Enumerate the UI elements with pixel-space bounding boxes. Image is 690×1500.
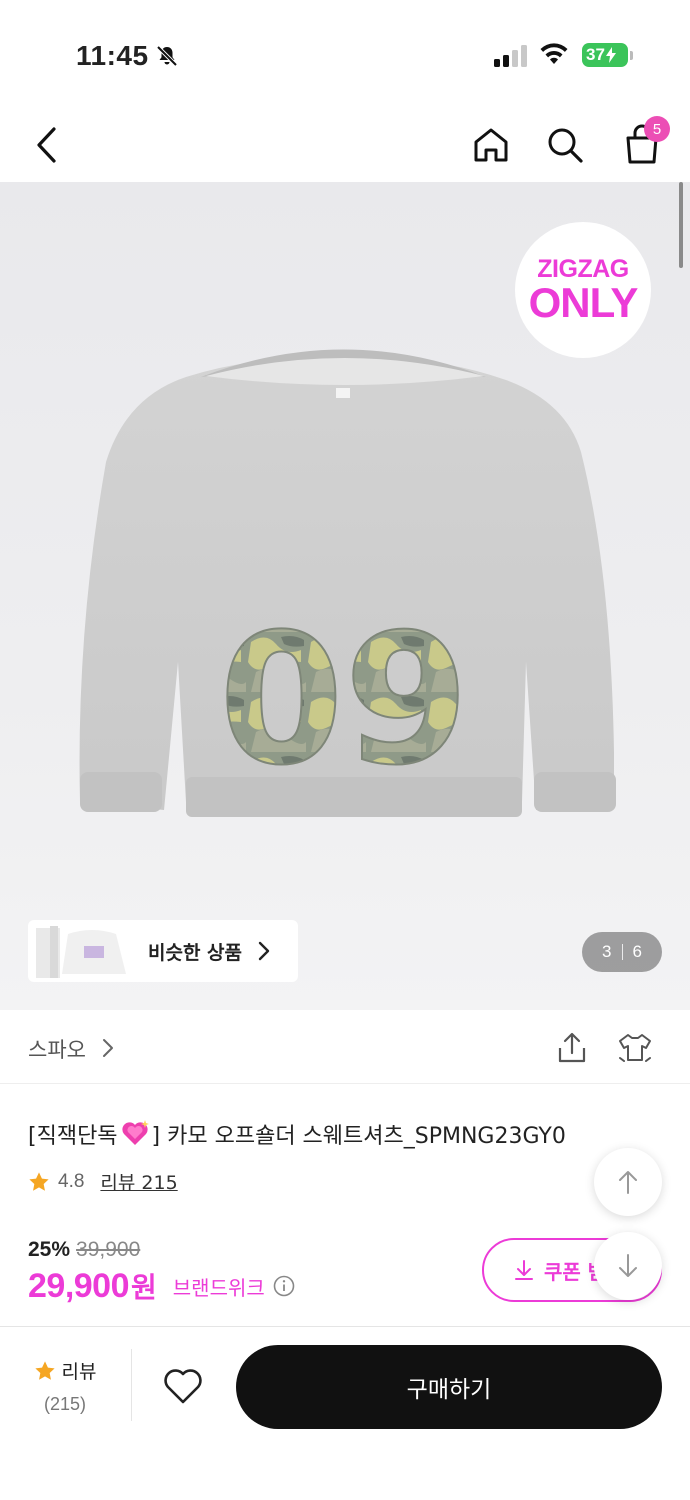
star-icon (34, 1360, 55, 1380)
product-title-prefix: [직잭단독 (28, 1124, 118, 1149)
chevron-right-icon[interactable] (102, 1038, 114, 1058)
shirt-print-number: 09 (219, 596, 470, 805)
review-summary-count: (215) (43, 1394, 87, 1414)
charging-bolt-icon (605, 47, 616, 63)
review-count-link[interactable]: 리뷰 215 (100, 1168, 177, 1195)
sparkling-heart-icon (121, 1120, 149, 1145)
bottom-action-bar: 리뷰 (215) 구매하기 (0, 1326, 690, 1500)
original-price: 39,900 (76, 1238, 141, 1261)
product-title-suffix: ] 카모 오프숄더 스웨트셔츠_SPMNG23GY0 (151, 1124, 566, 1149)
top-nav (0, 110, 690, 182)
product-photo-sweatshirt: 09 (79, 349, 616, 817)
back-chevron-icon[interactable] (34, 126, 60, 164)
price-row: 29,900 원 브랜드위크 (28, 1266, 295, 1306)
scroll-top-button[interactable] (594, 1148, 662, 1216)
heart-icon[interactable] (162, 1367, 204, 1405)
currency-unit: 원 (131, 1271, 157, 1304)
page-separator (621, 944, 623, 960)
rating-row: 4.8 리뷰 215 (28, 1168, 178, 1195)
battery-indicator: 37 (582, 43, 628, 67)
star-icon (29, 1171, 49, 1191)
page-current: 3 (602, 942, 612, 961)
battery-cap (630, 51, 633, 60)
divider (131, 1349, 132, 1421)
product-title: [직잭단독 ] 카모 오프숄더 스웨트셔츠_SPMNG23GY0 (28, 1118, 566, 1150)
brand-row: 스파오 (0, 1010, 690, 1084)
arrow-down-icon (619, 1254, 637, 1277)
similar-products-label: 비슷한 상품 (148, 941, 243, 964)
arrow-up-icon (619, 1171, 637, 1194)
status-bar: 11:45 37 (0, 0, 690, 110)
home-icon[interactable] (472, 126, 510, 164)
carousel-page-indicator: 3 6 (582, 932, 662, 972)
cart-count-badge: 5 (644, 116, 670, 142)
bell-mute-icon (156, 45, 178, 67)
scrollbar-thumb[interactable] (679, 182, 683, 268)
status-time: 11:45 (76, 40, 149, 71)
review-summary-top: 리뷰 (30, 1357, 100, 1384)
page-total: 6 (632, 942, 642, 961)
cellular-signal-icon (494, 45, 527, 67)
brand-week-label: 브랜드위크 (172, 1275, 265, 1300)
buy-button[interactable]: 구매하기 (236, 1345, 662, 1429)
scroll-bottom-button[interactable] (594, 1232, 662, 1300)
product-image-carousel[interactable]: ZIGZAG ONLY 09 비슷한 상품 3 6 (0, 182, 690, 1010)
rating-value: 4.8 (58, 1170, 85, 1192)
review-summary-label: 리뷰 (61, 1361, 97, 1383)
search-icon[interactable] (546, 126, 584, 164)
shirt-fitting-icon[interactable] (618, 1032, 652, 1064)
brand-name-link[interactable]: 스파오 (28, 1034, 86, 1064)
chevron-right-icon (258, 941, 270, 961)
review-summary-button[interactable]: 리뷰 (215) (30, 1357, 100, 1415)
sale-price: 29,900 (28, 1266, 130, 1305)
discount-rate: 25% (28, 1238, 71, 1261)
similar-products-button[interactable]: 비슷한 상품 (28, 920, 298, 982)
wifi-icon (540, 43, 568, 64)
download-icon (515, 1260, 533, 1280)
info-icon[interactable] (273, 1275, 295, 1297)
battery-level: 37 (586, 45, 605, 64)
share-icon[interactable] (556, 1032, 588, 1064)
badge-line-2: ONLY (528, 279, 639, 326)
discount-row: 25% 39,900 (28, 1238, 140, 1262)
similar-products-thumbnail (36, 926, 126, 978)
